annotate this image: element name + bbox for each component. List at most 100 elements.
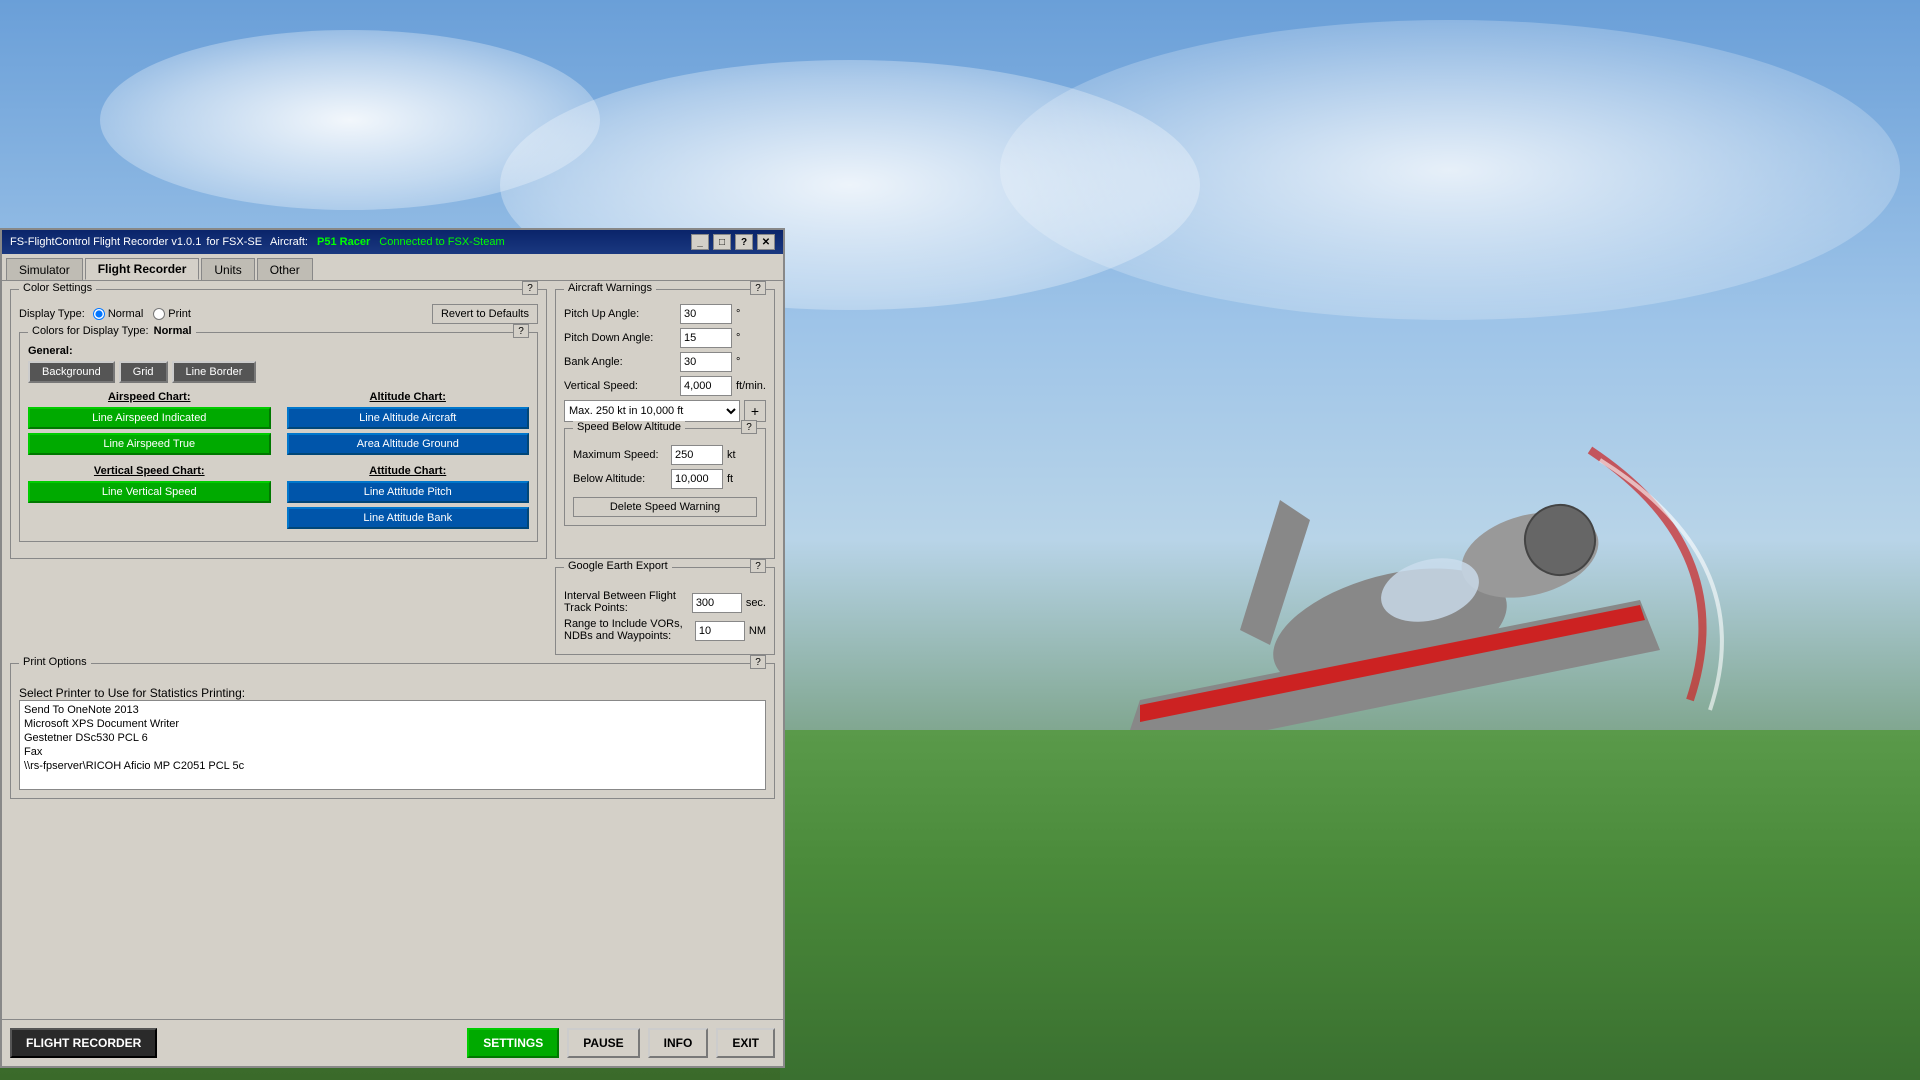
line-vertical-speed-button[interactable]: Line Vertical Speed <box>28 481 271 503</box>
color-settings-panel: Color Settings ? Display Type: Normal Pr… <box>10 289 547 559</box>
title-bar-left: FS-FlightControl Flight Recorder v1.0.1 … <box>10 236 505 248</box>
line-airspeed-true-button[interactable]: Line Airspeed True <box>28 433 271 455</box>
interval-input[interactable] <box>692 593 742 613</box>
range-unit: NM <box>749 625 766 637</box>
pitch-down-row: Pitch Down Angle: ° <box>564 328 766 348</box>
bottom-toolbar: FLIGHT RECORDER SETTINGS PAUSE INFO EXIT <box>2 1019 783 1066</box>
vert-attitude-row: Vertical Speed Chart: Line Vertical Spee… <box>28 465 529 533</box>
info-button[interactable]: INFO <box>648 1028 709 1058</box>
vertical-speed-row: Vertical Speed: ft/min. <box>564 376 766 396</box>
app-name-text: FS-FlightControl Flight Recorder v1.0.1 <box>10 236 201 248</box>
revert-defaults-button[interactable]: Revert to Defaults <box>432 304 538 324</box>
exit-button[interactable]: EXIT <box>716 1028 775 1058</box>
settings-button[interactable]: SETTINGS <box>467 1028 559 1058</box>
pitch-up-input[interactable] <box>680 304 732 324</box>
printer-item-1[interactable]: Send To OneNote 2013 <box>22 703 763 717</box>
general-label: General: <box>28 345 529 357</box>
print-options-title: Print Options <box>19 656 91 668</box>
below-altitude-row: Below Altitude: ft <box>573 469 757 489</box>
printer-item-3[interactable]: Gestetner DSc530 PCL 6 <box>22 731 763 745</box>
title-bar-right: _ □ ? ✕ <box>691 234 775 250</box>
area-altitude-ground-button[interactable]: Area Altitude Ground <box>287 433 530 455</box>
google-earth-title: Google Earth Export <box>564 560 672 572</box>
line-altitude-aircraft-button[interactable]: Line Altitude Aircraft <box>287 407 530 429</box>
below-altitude-input[interactable] <box>671 469 723 489</box>
line-attitude-pitch-button[interactable]: Line Attitude Pitch <box>287 481 530 503</box>
max-speed-input[interactable] <box>671 445 723 465</box>
vertical-speed-unit: ft/min. <box>736 380 766 392</box>
tab-flight-recorder[interactable]: Flight Recorder <box>85 258 200 280</box>
airspeed-chart-col: Airspeed Chart: Line Airspeed Indicated … <box>28 391 271 459</box>
pitch-up-unit: ° <box>736 308 766 320</box>
help-button[interactable]: ? <box>735 234 753 250</box>
flight-recorder-button[interactable]: FLIGHT RECORDER <box>10 1028 157 1058</box>
tab-simulator[interactable]: Simulator <box>6 258 83 280</box>
vertical-speed-chart-title: Vertical Speed Chart: <box>28 465 271 477</box>
app-window: FS-FlightControl Flight Recorder v1.0.1 … <box>0 228 785 1068</box>
radio-normal-label[interactable]: Normal <box>93 308 143 320</box>
printer-item-5[interactable]: \\rs-fpserver\RICOH Aficio MP C2051 PCL … <box>22 759 763 773</box>
aircraft-warnings-help-icon[interactable]: ? <box>750 281 766 295</box>
delete-speed-warning-button[interactable]: Delete Speed Warning <box>573 497 757 517</box>
vertical-speed-input[interactable] <box>680 376 732 396</box>
aircraft-label: Aircraft: <box>270 236 308 248</box>
google-earth-help-icon[interactable]: ? <box>750 559 766 573</box>
pitch-up-row: Pitch Up Angle: ° <box>564 304 766 324</box>
interval-row: Interval Between Flight Track Points: se… <box>564 590 766 614</box>
select-printer-label: Select Printer to Use for Statistics Pri… <box>19 686 766 700</box>
bank-angle-input[interactable] <box>680 352 732 372</box>
main-content: Color Settings ? Display Type: Normal Pr… <box>2 281 783 1019</box>
chart-grid-row: Airspeed Chart: Line Airspeed Indicated … <box>28 391 529 459</box>
speed-warning-dropdown[interactable]: Max. 250 kt in 10,000 ft <box>564 400 740 422</box>
aircraft-info: Aircraft: P51 Racer Connected to FSX-Ste… <box>270 236 505 248</box>
display-type-radio-group: Normal Print <box>93 308 191 320</box>
display-type-label: Display Type: <box>19 308 85 320</box>
printer-list[interactable]: Send To OneNote 2013 Microsoft XPS Docum… <box>19 700 766 790</box>
radio-print-label[interactable]: Print <box>153 308 191 320</box>
tab-other[interactable]: Other <box>257 258 313 280</box>
altitude-chart-col: Altitude Chart: Line Altitude Aircraft A… <box>287 391 530 459</box>
general-section: General: Background Grid Line Border Air… <box>28 341 529 533</box>
app-name: FS-FlightControl Flight Recorder v1.0.1 … <box>10 236 262 248</box>
airspeed-chart-title: Airspeed Chart: <box>28 391 271 403</box>
second-row: Google Earth Export ? Interval Between F… <box>10 567 775 655</box>
grid-button[interactable]: Grid <box>119 361 168 383</box>
color-settings-help-icon[interactable]: ? <box>522 281 538 295</box>
title-bar: FS-FlightControl Flight Recorder v1.0.1 … <box>2 230 783 254</box>
print-options-row: Print Options ? Select Printer to Use fo… <box>10 663 775 799</box>
print-options-help-icon[interactable]: ? <box>750 655 766 669</box>
tab-units[interactable]: Units <box>201 258 254 280</box>
line-border-button[interactable]: Line Border <box>172 361 257 383</box>
bank-angle-row: Bank Angle: ° <box>564 352 766 372</box>
background-button[interactable]: Background <box>28 361 115 383</box>
radio-print[interactable] <box>153 308 165 320</box>
top-row: Color Settings ? Display Type: Normal Pr… <box>10 289 775 559</box>
line-airspeed-indicated-button[interactable]: Line Airspeed Indicated <box>28 407 271 429</box>
display-type-row: Display Type: Normal Print Revert to Def… <box>19 304 538 324</box>
pitch-down-input[interactable] <box>680 328 732 348</box>
minimize-button[interactable]: _ <box>691 234 709 250</box>
colors-for-display-panel: Colors for Display Type: Normal ? Genera… <box>19 332 538 542</box>
connected-text: Connected to FSX-Steam <box>379 236 504 248</box>
printer-item-4[interactable]: Fax <box>22 745 763 759</box>
range-input[interactable] <box>695 621 745 641</box>
maximize-button[interactable]: □ <box>713 234 731 250</box>
printer-item-2[interactable]: Microsoft XPS Document Writer <box>22 717 763 731</box>
add-speed-warning-button[interactable]: + <box>744 400 766 422</box>
max-speed-label: Maximum Speed: <box>573 449 667 461</box>
close-button[interactable]: ✕ <box>757 234 775 250</box>
radio-normal[interactable] <box>93 308 105 320</box>
speed-below-help-icon[interactable]: ? <box>741 420 757 434</box>
aircraft-warnings-title: Aircraft Warnings <box>564 282 656 294</box>
google-earth-panel: Google Earth Export ? Interval Between F… <box>555 567 775 655</box>
radio-normal-text: Normal <box>108 308 143 320</box>
altitude-chart-title: Altitude Chart: <box>287 391 530 403</box>
max-speed-unit: kt <box>727 449 757 461</box>
colors-display-help-icon[interactable]: ? <box>513 324 529 338</box>
interval-label: Interval Between Flight Track Points: <box>564 590 690 614</box>
line-attitude-bank-button[interactable]: Line Attitude Bank <box>287 507 530 529</box>
second-row-spacer <box>10 567 547 655</box>
pause-button[interactable]: PAUSE <box>567 1028 639 1058</box>
range-row: Range to Include VORs, NDBs and Waypoint… <box>564 618 766 642</box>
color-settings-title: Color Settings <box>19 282 96 294</box>
